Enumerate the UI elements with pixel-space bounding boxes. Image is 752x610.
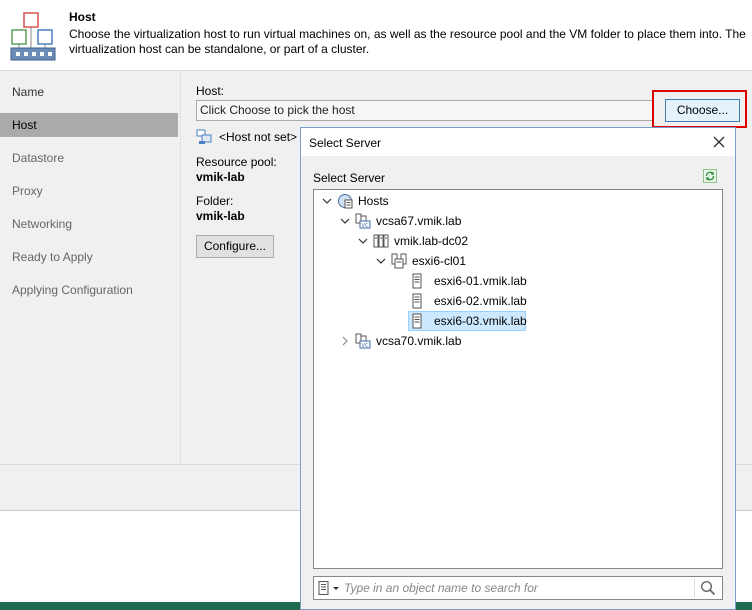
tree-node-host[interactable]: esxi6-02.vmik.lab	[314, 291, 714, 311]
tree-node-label: vcsa70.vmik.lab	[376, 334, 462, 348]
tree-node-label: esxi6-02.vmik.lab	[434, 294, 527, 308]
resource-pool-value: vmik-lab	[196, 170, 245, 184]
server-tree[interactable]: Hosts VC vcsa67.vmik.lab vmik.lab-dc02 e…	[313, 189, 723, 569]
tree-node-label: esxi6-cl01	[412, 254, 467, 268]
tree-node-datacenter[interactable]: vmik.lab-dc02	[314, 231, 714, 251]
nav-item-proxy[interactable]: Proxy	[0, 179, 178, 203]
host-wizard-icon	[10, 12, 56, 61]
wizard-header: Host Choose the virtualization host to r…	[0, 0, 752, 71]
nav-item-name[interactable]: Name	[0, 80, 178, 104]
chevron-down-icon[interactable]	[358, 236, 368, 246]
tree-node-host-selected[interactable]: esxi6-03.vmik.lab	[314, 311, 714, 331]
tree-node-vcenter[interactable]: VC vcsa67.vmik.lab	[314, 211, 714, 231]
dialog-title: Select Server	[309, 136, 382, 150]
refresh-icon[interactable]	[703, 169, 717, 183]
svg-text:VC: VC	[362, 343, 369, 349]
nav-item-ready-to-apply[interactable]: Ready to Apply	[0, 245, 178, 269]
cluster-icon	[391, 253, 407, 269]
hosts-icon	[338, 194, 353, 209]
wizard-step-description: Choose the virtualization host to run vi…	[69, 27, 746, 56]
nav-item-applying-configuration[interactable]: Applying Configuration	[0, 278, 178, 302]
tree-node-vcenter[interactable]: VC vcsa70.vmik.lab	[314, 331, 714, 351]
nav-item-datastore[interactable]: Datastore	[0, 146, 178, 170]
resource-pool-label: Resource pool:	[196, 155, 277, 169]
host-placeholder-icon	[196, 129, 212, 144]
tree-node-label: esxi6-03.vmik.lab	[434, 314, 527, 328]
vcenter-icon: VC	[355, 333, 371, 349]
chevron-right-icon[interactable]	[340, 336, 350, 346]
server-icon	[412, 273, 422, 289]
host-field[interactable]: Click Choose to pick the host	[196, 100, 654, 121]
tree-node-host[interactable]: esxi6-01.vmik.lab	[314, 271, 714, 291]
search-input[interactable]	[344, 579, 694, 597]
select-server-dialog: Select Server Select Server Hosts VC vcs…	[300, 127, 736, 610]
folder-label: Folder:	[196, 194, 234, 208]
chevron-down-icon[interactable]	[340, 216, 350, 226]
search-icon[interactable]	[700, 580, 716, 596]
close-icon[interactable]	[711, 134, 727, 150]
chevron-down-icon[interactable]	[376, 256, 386, 266]
tree-node-label: vmik.lab-dc02	[394, 234, 469, 248]
host-label: Host:	[196, 84, 225, 98]
configure-button[interactable]: Configure...	[196, 235, 274, 258]
tree-node-label: esxi6-01.vmik.lab	[434, 274, 527, 288]
select-server-label: Select Server	[313, 171, 386, 185]
nav-item-host[interactable]: Host	[0, 113, 178, 137]
object-search-box	[313, 576, 723, 600]
wizard-steps-nav: Name Host Datastore Proxy Networking Rea…	[0, 71, 180, 464]
svg-text:VC: VC	[362, 223, 369, 229]
wizard-step-title: Host	[69, 10, 96, 24]
tree-node-cluster[interactable]: esxi6-cl01	[314, 251, 714, 271]
chevron-down-icon[interactable]	[322, 196, 332, 206]
server-type-dropdown-icon[interactable]	[318, 581, 342, 595]
tree-node-hosts[interactable]: Hosts	[314, 191, 714, 211]
choose-button[interactable]: Choose...	[665, 99, 740, 122]
tree-node-label: vcsa67.vmik.lab	[376, 214, 462, 228]
dialog-titlebar[interactable]: Select Server	[301, 128, 735, 156]
host-not-set-label: <Host not set>	[219, 130, 298, 144]
search-divider	[694, 579, 695, 597]
server-icon	[412, 293, 422, 309]
tree-node-label: Hosts	[358, 194, 389, 208]
server-icon	[412, 313, 422, 329]
datacenter-icon	[373, 234, 389, 248]
vcenter-icon: VC	[355, 213, 371, 229]
folder-value: vmik-lab	[196, 209, 245, 223]
nav-item-networking[interactable]: Networking	[0, 212, 178, 236]
